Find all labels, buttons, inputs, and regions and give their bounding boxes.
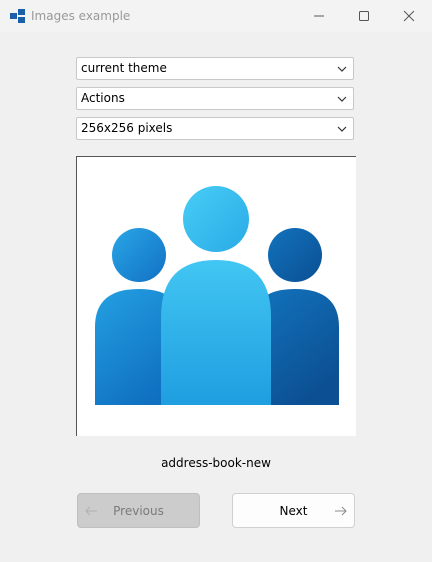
context-select[interactable]: Actions [76,87,354,110]
chevron-down-icon [337,126,347,132]
chevron-down-icon [337,66,347,72]
size-select[interactable]: 256x256 pixels [76,117,354,140]
context-select-value: Actions [81,91,125,105]
title-bar[interactable]: Images example [0,0,432,32]
address-book-new-icon [95,186,339,405]
minimize-icon [313,15,324,17]
images-example-window: Images example current theme Actions 256… [0,0,432,562]
arrow-right-icon [335,506,347,516]
theme-select-value: current theme [81,61,167,75]
size-select-value: 256x256 pixels [81,121,173,135]
close-icon [403,10,414,22]
app-icon [10,8,26,24]
previous-button[interactable]: Previous [77,493,200,528]
icon-name-label: address-book-new [161,456,271,470]
close-button[interactable] [386,0,431,32]
maximize-button[interactable] [341,0,386,32]
maximize-icon [358,11,369,21]
chevron-down-icon [337,96,347,102]
previous-button-label: Previous [113,504,164,518]
theme-select[interactable]: current theme [76,57,354,80]
minimize-button[interactable] [296,0,341,32]
next-button[interactable]: Next [232,493,355,528]
icon-preview [76,156,356,436]
window-title: Images example [31,9,131,23]
